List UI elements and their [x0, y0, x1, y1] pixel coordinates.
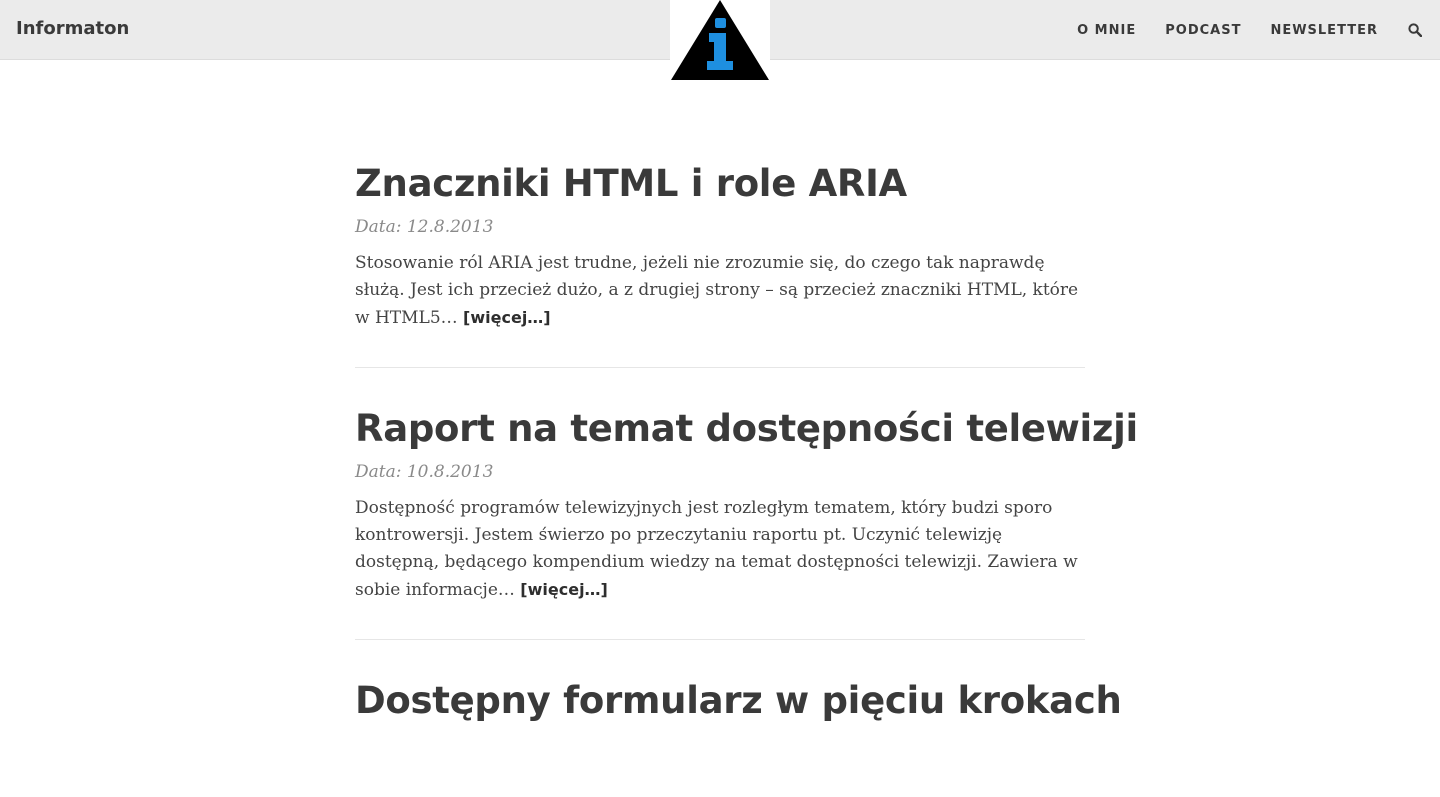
nav-link-o-mnie[interactable]: O MNIE: [1077, 23, 1136, 38]
post-excerpt: Dostępność programów telewizyjnych jest …: [355, 495, 1085, 604]
post-title-link[interactable]: Raport na temat dostępności telewizji: [355, 403, 1138, 455]
post-item: Znaczniki HTML i role ARIA Data: 12.8.20…: [355, 158, 1085, 368]
posts-list: Znaczniki HTML i role ARIA Data: 12.8.20…: [355, 158, 1138, 797]
nav-link-podcast[interactable]: PODCAST: [1165, 23, 1241, 38]
post-excerpt: Stosowanie ról ARIA jest trudne, jeżeli …: [355, 250, 1085, 332]
nav-link-newsletter[interactable]: NEWSLETTER: [1270, 23, 1378, 38]
post-item: Raport na temat dostępności telewizji Da…: [355, 403, 1138, 640]
post-title-link[interactable]: Znaczniki HTML i role ARIA: [355, 158, 1085, 210]
search-icon: [1408, 23, 1423, 38]
post-excerpt-text: Dostępność programów telewizyjnych jest …: [355, 498, 1078, 600]
site-logo[interactable]: [670, 0, 770, 82]
site-header: Informaton O MNIE PODCAST NEWSLETTER: [0, 0, 1440, 82]
info-triangle-logo-icon: [671, 0, 769, 80]
main-nav: O MNIE PODCAST NEWSLETTER: [1077, 22, 1440, 38]
post-title-link[interactable]: Dostępny formularz w pięciu krokach: [355, 675, 1122, 727]
post-date: Data: 12.8.2013: [355, 217, 494, 237]
site-title-link[interactable]: Informaton: [16, 18, 129, 39]
read-more-link[interactable]: [więcej…]: [520, 580, 608, 599]
post-date: Data: 10.8.2013: [355, 462, 494, 482]
read-more-link[interactable]: [więcej…]: [463, 308, 551, 327]
search-button[interactable]: [1408, 22, 1424, 38]
post-item: Dostępny formularz w pięciu krokach: [355, 675, 1122, 762]
